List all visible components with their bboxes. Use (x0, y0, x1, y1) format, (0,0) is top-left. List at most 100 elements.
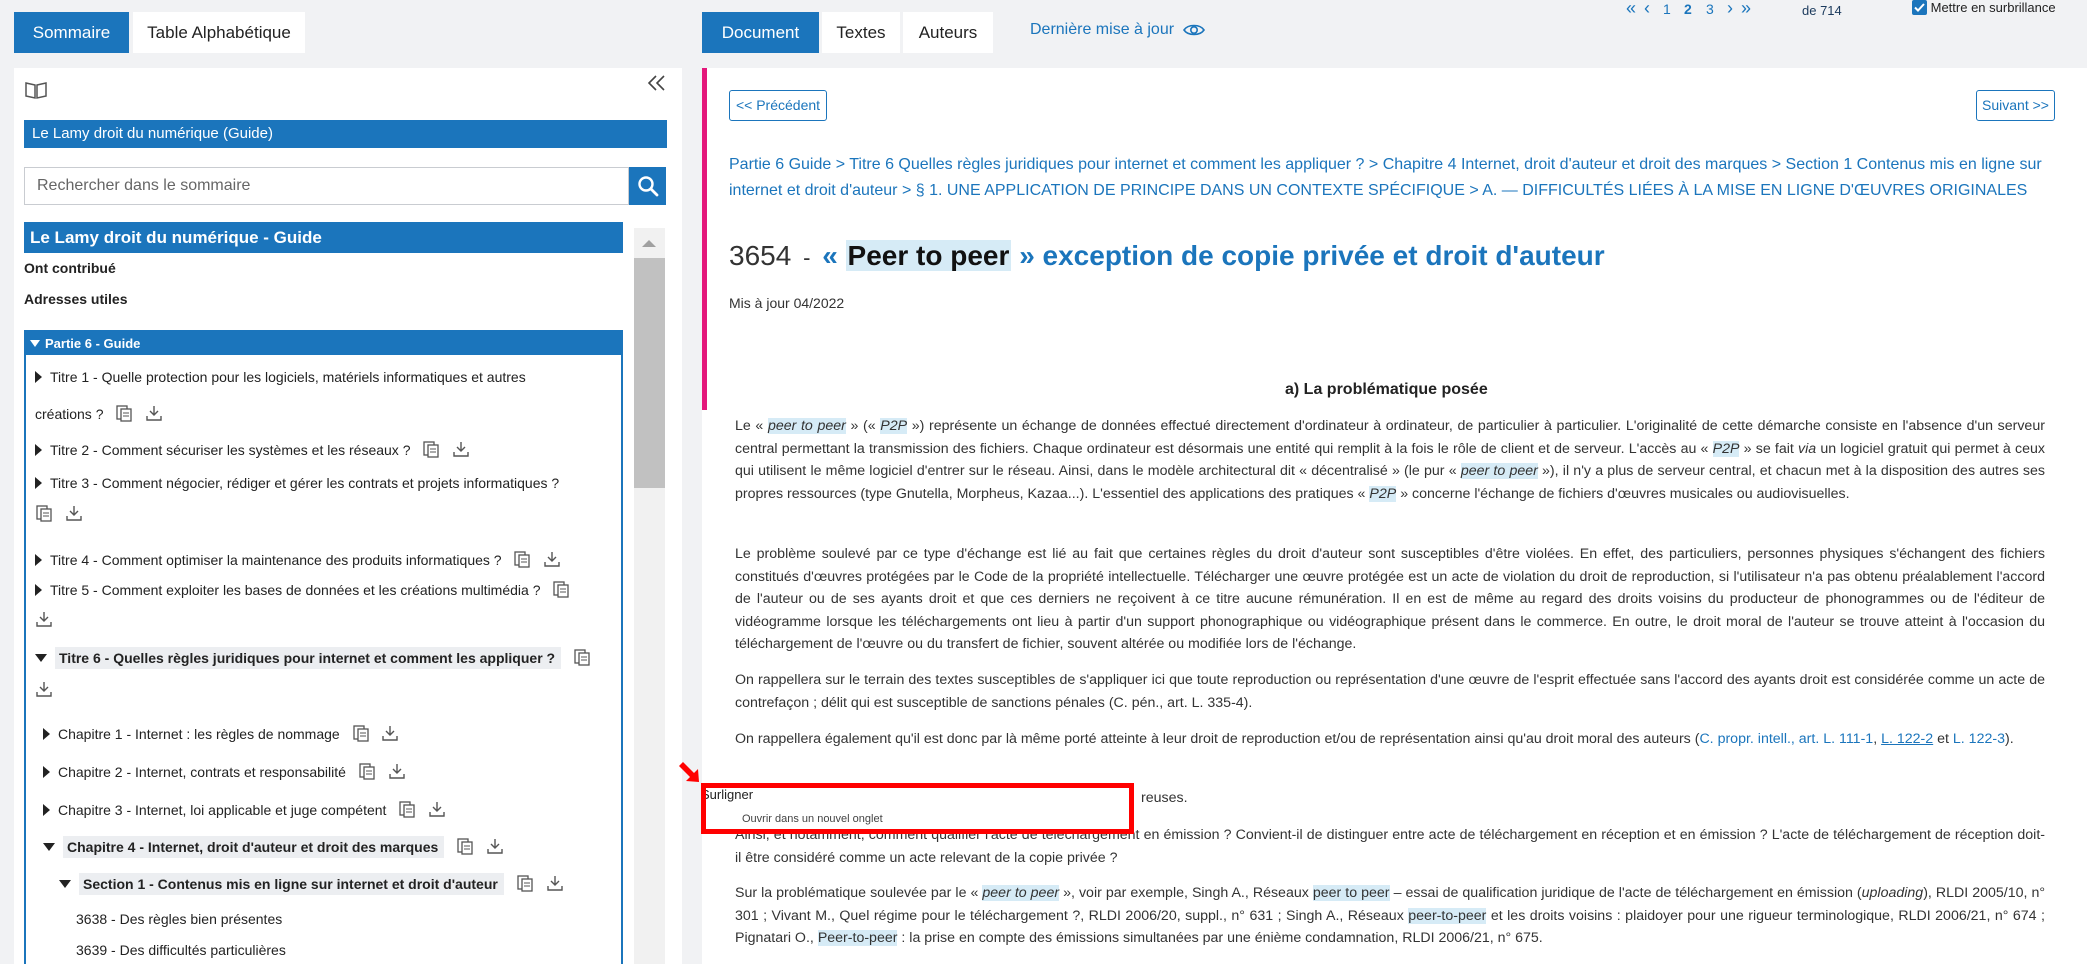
toc-chapter-2[interactable]: Chapitre 2 - Internet, contrats et respo… (43, 763, 406, 783)
toc-title-1-cont[interactable]: créations ? (35, 405, 163, 425)
last-page-icon[interactable]: » (1741, 0, 1751, 19)
toc-chapter-4[interactable]: Chapitre 4 - Internet, droit d'auteur et… (43, 836, 504, 858)
tab-sommaire[interactable]: Sommaire (14, 12, 129, 53)
sidebar-search-input[interactable]: Rechercher dans le sommaire (24, 167, 629, 205)
paragraph-5-tail: reuses. (1141, 790, 1188, 806)
caret-right-icon (43, 728, 50, 740)
keyword-highlight: P2P (1712, 440, 1740, 457)
keyword-highlight: P2P (880, 418, 908, 434)
toc-item-3638[interactable]: 3638 - Des règles bien présentes (76, 911, 282, 927)
keyword-highlight: P2P (1369, 485, 1397, 502)
download-icon[interactable] (543, 551, 561, 571)
pager: « ‹ 1 2 3 › » de 714 (1626, 0, 1926, 20)
previous-button[interactable]: << Précédent (729, 90, 827, 121)
last-update-link[interactable]: Dernière mise à jour (1030, 21, 1205, 43)
toc-title-1[interactable]: Titre 1 - Quelle protection pour les log… (35, 369, 526, 385)
toc-title-label: Titre 2 - Comment sécuriser les systèmes… (50, 442, 411, 458)
link-ont-contribue[interactable]: Ont contribué (24, 260, 116, 276)
download-icon[interactable] (428, 801, 446, 821)
view-doc-icon[interactable] (352, 725, 370, 745)
tab-auteurs[interactable]: Auteurs (903, 12, 993, 53)
legal-reference-link[interactable]: C. propr. intell., art. L. 111-1 (1699, 731, 1873, 747)
first-page-icon[interactable]: « (1626, 0, 1636, 19)
caret-down-icon (59, 880, 71, 888)
page-link-3[interactable]: 3 (1706, 1, 1714, 17)
download-icon[interactable] (486, 838, 504, 858)
toc-title-3-icons (27, 505, 83, 525)
text-run: ). (2004, 731, 2014, 747)
paragraph-2: Le problème soulevé par ce type d'échang… (735, 546, 2045, 652)
view-doc-icon[interactable] (115, 405, 133, 425)
legal-reference-link[interactable]: L. 122-2 (1881, 731, 1933, 747)
page-total: de 714 (1802, 3, 1842, 18)
page-link-1[interactable]: 1 (1663, 1, 1671, 17)
highlight-toggle[interactable]: Mettre en surbrillance (1912, 0, 2056, 15)
keyword-highlight: peer to peer (1312, 885, 1390, 901)
toc-title-2[interactable]: Titre 2 - Comment sécuriser les systèmes… (35, 441, 470, 461)
view-doc-icon[interactable] (358, 763, 376, 783)
link-adresses-utiles[interactable]: Adresses utiles (24, 291, 128, 307)
scroll-up-icon[interactable] (641, 235, 657, 253)
book-icon[interactable] (24, 80, 48, 100)
tab-document[interactable]: Document (702, 12, 819, 53)
toc-part-header[interactable]: Partie 6 - Guide (24, 330, 623, 358)
download-icon[interactable] (452, 441, 470, 461)
paragraph-7: Sur la problématique soulevée par le « p… (735, 882, 2045, 950)
toc-title-5[interactable]: Titre 5 - Comment exploiter les bases de… (35, 581, 570, 601)
keyword-highlight: peer-to-peer (1408, 907, 1487, 924)
tab-textes[interactable]: Textes (822, 12, 900, 53)
toc-item-3639[interactable]: 3639 - Des difficultés particulières (76, 942, 286, 958)
toc-title-label: Titre 3 - Comment négocier, rédiger et g… (50, 475, 560, 491)
download-icon[interactable] (35, 681, 53, 701)
section-heading: a) La problématique posée (1285, 381, 1488, 398)
caret-down-icon (43, 843, 55, 851)
title-open-quote: « (822, 240, 838, 271)
prev-page-icon[interactable]: ‹ (1644, 0, 1650, 19)
paragraph-4: On rappellera également qu'il est donc p… (735, 728, 2045, 751)
caret-right-icon (35, 444, 42, 456)
view-doc-icon[interactable] (573, 649, 591, 669)
text-run: On rappellera également qu'il est donc p… (735, 731, 1700, 747)
view-doc-icon[interactable] (422, 441, 440, 461)
text-run: et (1937, 731, 1949, 747)
next-page-icon[interactable]: › (1727, 0, 1733, 19)
download-icon[interactable] (388, 763, 406, 783)
view-doc-icon[interactable] (516, 875, 534, 895)
toc-chapter-label: Chapitre 1 - Internet : les règles de no… (58, 726, 340, 742)
download-icon[interactable] (546, 875, 564, 895)
toc-section-1[interactable]: Section 1 - Contenus mis en ligne sur in… (59, 873, 564, 895)
view-doc-icon[interactable] (35, 505, 53, 525)
legal-reference-link[interactable]: L. 122-3 (1953, 731, 2005, 747)
doc-number: 3654 (729, 240, 792, 271)
toc-title-6[interactable]: Titre 6 - Quelles règles juridiques pour… (35, 647, 591, 669)
toc-title-4[interactable]: Titre 4 - Comment optimiser la maintenan… (35, 551, 561, 571)
breadcrumb[interactable]: Partie 6 Guide > Titre 6 Quelles règles … (729, 152, 2049, 204)
sidebar-scroll-thumb[interactable] (634, 258, 665, 488)
page-link-2[interactable]: 2 (1684, 1, 1692, 17)
text-run: : la prise en compte des émissions simul… (901, 930, 1543, 946)
toc-title-label: créations ? (35, 406, 104, 422)
download-icon[interactable] (65, 505, 83, 525)
download-icon[interactable] (35, 611, 53, 631)
toc-title-label: Titre 6 - Quelles règles juridiques pour… (55, 647, 562, 669)
caret-right-icon (43, 766, 50, 778)
download-icon[interactable] (145, 405, 163, 425)
sidebar-search-button[interactable] (629, 167, 666, 205)
toc-title-3[interactable]: Titre 3 - Comment négocier, rédiger et g… (35, 475, 559, 491)
collapse-panel-icon[interactable] (646, 73, 668, 93)
toc-chapter-3[interactable]: Chapitre 3 - Internet, loi applicable et… (43, 801, 446, 821)
toc-tree: Titre 1 - Quelle protection pour les log… (24, 355, 623, 964)
view-doc-icon[interactable] (456, 838, 474, 858)
tab-table-alphabetique[interactable]: Table Alphabétique (133, 12, 305, 53)
text-run: », voir par exemple, Singh A., Réseaux (1063, 885, 1309, 901)
toc-header[interactable]: Le Lamy droit du numérique - Guide (24, 222, 623, 253)
book-title-bar[interactable]: Le Lamy droit du numérique (Guide) (24, 120, 667, 148)
checkbox-checked-icon[interactable] (1912, 0, 1927, 15)
toc-chapter-1[interactable]: Chapitre 1 - Internet : les règles de no… (43, 725, 399, 745)
view-doc-icon[interactable] (398, 801, 416, 821)
download-icon[interactable] (381, 725, 399, 745)
view-doc-icon[interactable] (513, 551, 531, 571)
next-button[interactable]: Suivant >> (1976, 90, 2055, 121)
view-doc-icon[interactable] (552, 581, 570, 601)
paragraph-1: Le « peer to peer » (« P2P ») représente… (735, 415, 2045, 505)
